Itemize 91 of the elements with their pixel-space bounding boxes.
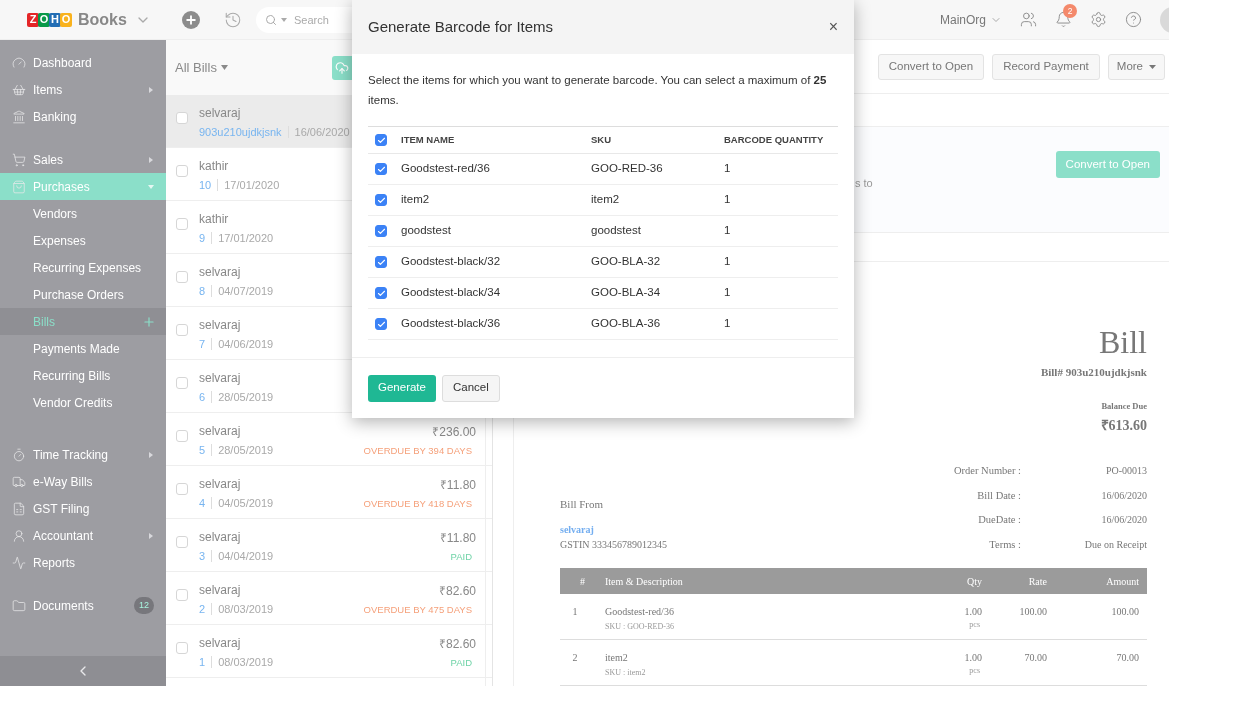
bill-amount: ₹82.60 bbox=[438, 636, 476, 652]
vendor-name: kathir bbox=[199, 158, 230, 175]
meta-label: DueDate : bbox=[977, 513, 1021, 527]
vendor-name: selvaraj bbox=[199, 105, 242, 122]
item-name-cell-text: goodstest bbox=[401, 223, 452, 239]
notice-text: s to bbox=[855, 175, 873, 191]
sku-cell-text: GOO-BLA-34 bbox=[591, 285, 662, 301]
gstin-text: GSTIN 333456789012345 bbox=[560, 538, 667, 552]
vendor-name: selvaraj bbox=[199, 370, 242, 387]
column-header: Rate bbox=[1027, 574, 1047, 589]
meta-label: Order Number : bbox=[952, 464, 1021, 478]
dialog-title: Generate Barcode for Items bbox=[368, 16, 554, 37]
logo-letter: H bbox=[49, 12, 61, 27]
item-amount: 100.00 bbox=[1110, 605, 1140, 619]
status-label: PAID bbox=[450, 656, 472, 670]
bill-date: 04/04/2019 bbox=[218, 549, 274, 564]
meta-label: Bill Date : bbox=[976, 488, 1021, 503]
bill-date: 04/05/2019 bbox=[218, 496, 274, 511]
vendor-name: selvaraj bbox=[199, 264, 242, 281]
vendor-name: selvaraj bbox=[199, 635, 242, 652]
logo-letter: Z bbox=[27, 12, 39, 27]
logo-letter: O bbox=[60, 12, 72, 27]
item-unit: pcs bbox=[969, 619, 980, 631]
sku-cell-text: item2 bbox=[591, 192, 621, 208]
notification-badge: 2 bbox=[1063, 4, 1077, 18]
status-label: PAID bbox=[450, 550, 472, 564]
quantity-cell-text: 1 bbox=[724, 254, 732, 270]
bill-date: 04/06/2019 bbox=[218, 337, 274, 352]
vendor-name: selvaraj bbox=[199, 317, 242, 334]
balance-label: Balance Due bbox=[1101, 400, 1147, 413]
item-sku: SKU : item2 bbox=[605, 667, 647, 679]
item-qty: 1.00 bbox=[964, 605, 982, 619]
document-title: Bill bbox=[1099, 323, 1147, 360]
sku-cell-text: GOO-RED-36 bbox=[591, 161, 664, 177]
bill-number: Bill# 903u210ujdkjsnk bbox=[1040, 364, 1147, 380]
column-header: Item & Description bbox=[605, 574, 684, 589]
status-label: OVERDUE BY 418 DAYS bbox=[363, 497, 472, 511]
bill-date: 08/03/2019 bbox=[218, 602, 274, 617]
quantity-cell-text: 1 bbox=[724, 316, 732, 332]
quantity-cell-text: 1 bbox=[724, 285, 732, 301]
meta-value: Due on Receipt bbox=[1083, 537, 1147, 552]
bill-amount: ₹82.60 bbox=[438, 583, 476, 599]
meta-value: 16/06/2020 bbox=[1100, 513, 1147, 527]
item-name: item2 bbox=[605, 651, 629, 665]
meta-value: PO-00013 bbox=[1104, 464, 1147, 478]
status-label: OVERDUE BY 475 DAYS bbox=[363, 603, 472, 617]
item-amount: 70.00 bbox=[1115, 651, 1140, 665]
quantity-cell-text: 1 bbox=[724, 192, 732, 208]
vendor-name: selvaraj bbox=[199, 423, 242, 440]
sku-cell-text: goodstest bbox=[591, 223, 642, 239]
column-header: ITEM NAME bbox=[401, 132, 456, 147]
bill-amount: ₹11.80 bbox=[439, 477, 476, 493]
bill-date: 17/01/2020 bbox=[224, 178, 280, 193]
bill-amount: ₹236.00 bbox=[432, 424, 476, 440]
bill-date: 16/06/2020 bbox=[294, 125, 350, 140]
sku-cell-text: GOO-BLA-32 bbox=[591, 254, 662, 270]
bill-date: 17/01/2020 bbox=[218, 231, 274, 246]
item-unit: pcs bbox=[969, 665, 980, 677]
item-name: Goodstest-red/36 bbox=[605, 605, 675, 619]
vendor-name: selvaraj bbox=[199, 582, 242, 599]
status-label: OVERDUE BY 394 DAYS bbox=[363, 444, 472, 458]
bill-date: 04/07/2019 bbox=[218, 284, 274, 299]
bill-date: 28/05/2019 bbox=[218, 390, 274, 405]
meta-value: 16/06/2020 bbox=[1100, 488, 1147, 503]
quantity-cell-text: 1 bbox=[724, 223, 732, 239]
item-index: 1 bbox=[571, 605, 579, 619]
bill-amount: ₹11.80 bbox=[439, 530, 476, 546]
column-header: SKU bbox=[591, 132, 613, 147]
item-rate: 100.00 bbox=[1018, 605, 1047, 619]
column-header: # bbox=[579, 574, 586, 589]
logo-letter: O bbox=[38, 12, 50, 27]
bill-date: 28/05/2019 bbox=[218, 443, 274, 458]
bill-from-label: Bill From bbox=[560, 496, 605, 512]
meta-label: Terms : bbox=[988, 537, 1021, 552]
item-index: 2 bbox=[571, 651, 579, 665]
column-header: Amount bbox=[1105, 574, 1140, 589]
column-header: Qty bbox=[966, 574, 982, 589]
balance-amount: ₹613.60 bbox=[1100, 417, 1147, 435]
quantity-cell-text: 1 bbox=[724, 161, 732, 177]
item-qty: 1.00 bbox=[964, 651, 982, 665]
count-badge: 12 bbox=[134, 596, 154, 615]
bill-date: 08/03/2019 bbox=[218, 655, 274, 670]
item-name-cell-text: Goodstest-red/36 bbox=[401, 161, 491, 177]
vendor-name: kathir bbox=[199, 211, 230, 228]
item-rate: 70.00 bbox=[1023, 651, 1047, 665]
vendor-name: selvaraj bbox=[199, 476, 242, 493]
item-sku: SKU : GOO-RED-36 bbox=[605, 621, 675, 633]
column-header: BARCODE QUANTITY bbox=[724, 132, 825, 147]
product-name: Books bbox=[78, 9, 127, 30]
sku-cell-text: GOO-BLA-36 bbox=[591, 316, 662, 332]
vendor-name: selvaraj bbox=[199, 529, 242, 546]
